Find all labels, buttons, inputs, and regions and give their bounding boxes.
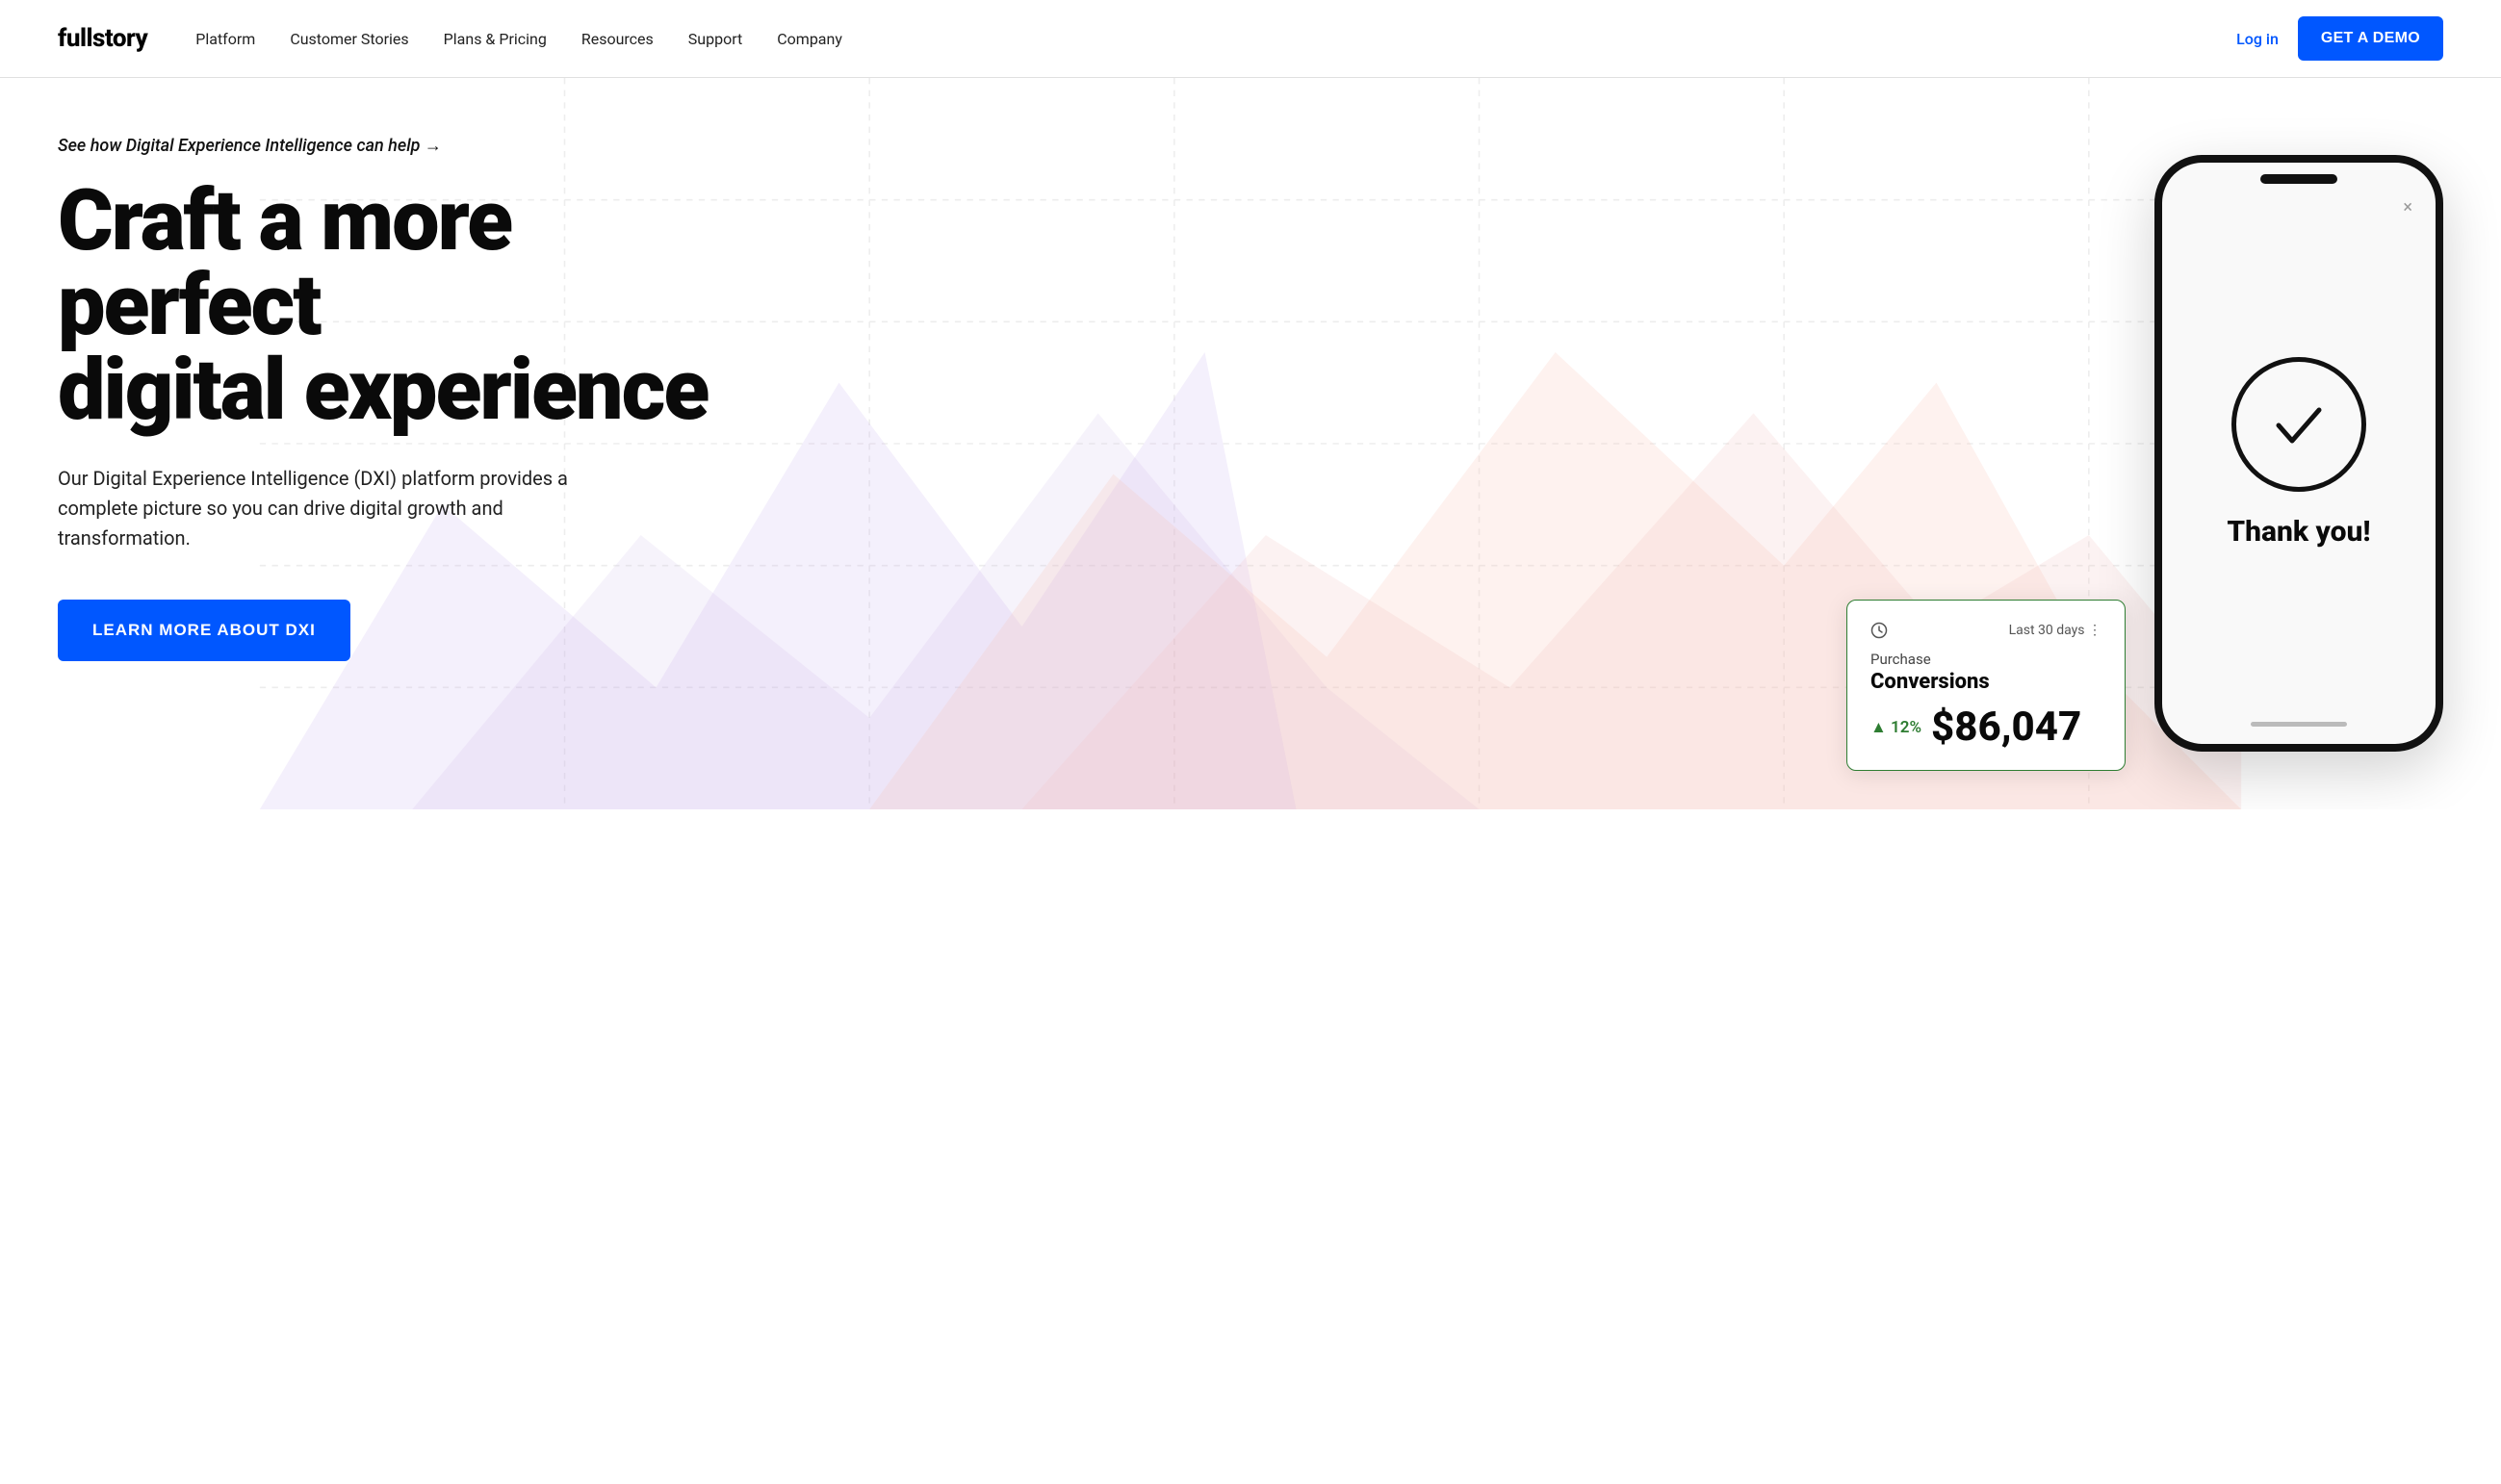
conversion-card: Last 30 days ⋮ Purchase Conversions ▲ 12… xyxy=(1846,600,2126,771)
nav-plans-pricing[interactable]: Plans & Pricing xyxy=(444,30,547,48)
nav-customer-stories[interactable]: Customer Stories xyxy=(290,30,408,48)
nav-support[interactable]: Support xyxy=(688,30,742,48)
phone-notch xyxy=(2260,174,2337,184)
nav-resources[interactable]: Resources xyxy=(581,30,654,48)
phone-thank-you-text: Thank you! xyxy=(2227,515,2370,550)
login-link[interactable]: Log in xyxy=(2236,30,2279,48)
phone-close-icon[interactable]: × xyxy=(2403,197,2412,217)
nav-platform[interactable]: Platform xyxy=(195,30,255,48)
hero-content: See how Digital Experience Intelligence … xyxy=(58,136,712,661)
card-period: Last 30 days ⋮ xyxy=(2009,623,2101,638)
navbar-actions: Log in GET A DEMO xyxy=(2236,16,2443,61)
card-pct-badge: ▲ 12% xyxy=(1870,718,1921,737)
phone-frame: × Thank you! xyxy=(2154,155,2443,752)
card-value-row: ▲ 12% $86,047 xyxy=(1870,704,2101,751)
clock-icon xyxy=(1870,622,1888,639)
navbar-links: Platform Customer Stories Plans & Pricin… xyxy=(195,30,2236,48)
card-metric-name: Conversions xyxy=(1870,670,2101,694)
brand-logo[interactable]: fullstory xyxy=(58,24,147,53)
phone-mockup: × Thank you! xyxy=(2154,155,2443,752)
navbar: fullstory Platform Customer Stories Plan… xyxy=(0,0,2501,77)
hero-headline-line1: Craft a more perfect xyxy=(58,171,511,355)
get-demo-button[interactable]: GET A DEMO xyxy=(2298,16,2443,61)
hero-tag[interactable]: See how Digital Experience Intelligence … xyxy=(58,136,712,156)
card-top-row: Last 30 days ⋮ xyxy=(1870,622,2101,639)
hero-cta-button[interactable]: LEARN MORE ABOUT DXI xyxy=(58,600,350,661)
hero-subtext: Our Digital Experience Intelligence (DXI… xyxy=(58,464,578,553)
hero-headline: Craft a more perfect digital experience xyxy=(58,179,712,433)
phone-home-indicator xyxy=(2251,722,2347,727)
hero-section: See how Digital Experience Intelligence … xyxy=(0,78,2501,809)
card-value: $86,047 xyxy=(1931,704,2081,751)
checkmark-icon xyxy=(2265,391,2333,458)
nav-company[interactable]: Company xyxy=(777,30,842,48)
hero-headline-line2: digital experience xyxy=(58,341,708,440)
card-label: Purchase xyxy=(1870,651,2101,668)
phone-check-circle xyxy=(2231,357,2366,492)
card-clock xyxy=(1870,622,1888,639)
